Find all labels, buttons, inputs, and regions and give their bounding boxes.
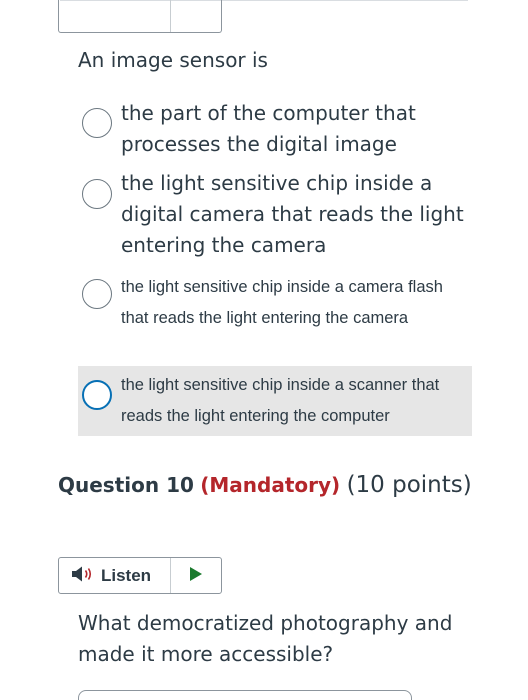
answer-label-2[interactable]: the light sensitive chip inside a digita… [121, 168, 466, 261]
mandatory-label: (Mandatory) [200, 473, 341, 497]
previous-listen-widget [58, 0, 222, 33]
points-label: (10 points) [346, 472, 472, 498]
answer-text-field[interactable] [78, 690, 412, 700]
play-icon [188, 566, 204, 586]
radio-button-4[interactable] [82, 380, 112, 410]
radio-button-3[interactable] [82, 279, 112, 309]
listen-label: Listen [101, 565, 152, 585]
answer-option-2[interactable]: the light sensitive chip inside a digita… [78, 168, 472, 264]
question-10-prompt: What democratized photography and made i… [78, 611, 453, 666]
answer-label-3[interactable]: the light sensitive chip inside a camera… [121, 272, 466, 334]
previous-listen-divider [170, 0, 171, 32]
radio-button-1[interactable] [82, 108, 112, 138]
listen-button[interactable]: Listen [59, 558, 170, 593]
answer-label-1[interactable]: the part of the computer that processes … [121, 98, 466, 160]
speaker-icon [71, 565, 95, 587]
question-10-header: Question 10 (Mandatory) (10 points) [58, 472, 472, 498]
answer-option-3[interactable]: the light sensitive chip inside a camera… [78, 272, 472, 364]
question-9-prompt: An image sensor is [78, 48, 268, 72]
question-number: Question 10 [58, 473, 194, 497]
answer-label-4[interactable]: the light sensitive chip inside a scanne… [121, 370, 466, 432]
radio-button-2[interactable] [82, 179, 112, 209]
answer-option-4[interactable]: the light sensitive chip inside a scanne… [78, 366, 472, 436]
play-button[interactable] [171, 558, 221, 593]
listen-widget: Listen [58, 557, 222, 594]
answer-option-1[interactable]: the part of the computer that processes … [78, 98, 472, 164]
